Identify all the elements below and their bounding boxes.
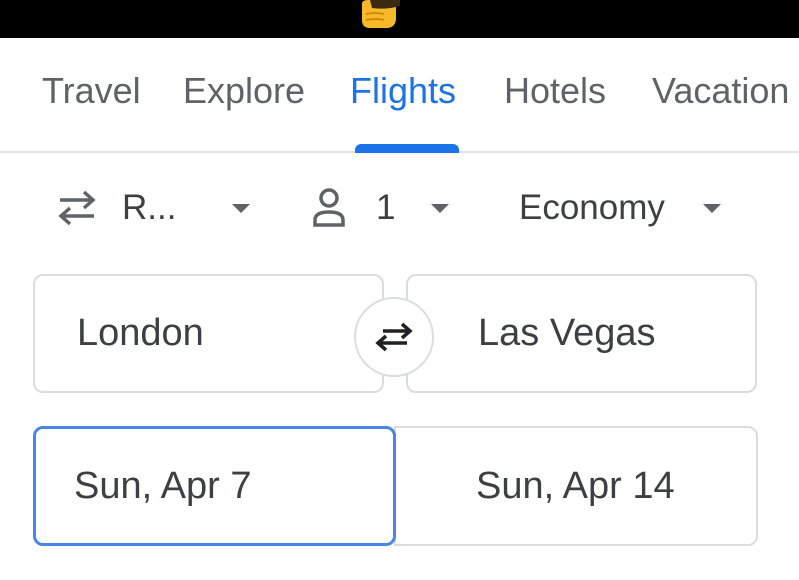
top-status-bar [0,0,799,38]
tab-hotels[interactable]: Hotels [504,70,606,112]
origin-value: London [77,312,204,354]
trip-type-dropdown[interactable]: R... [54,183,251,233]
active-tab-indicator [355,144,459,153]
search-options-row: R... 1 Economy [0,165,799,255]
origin-field[interactable]: London [33,274,384,393]
cabin-class-label: Economy [519,188,665,227]
chevron-down-icon [702,203,721,213]
cabin-class-dropdown[interactable]: Economy [519,183,721,233]
swap-button[interactable] [354,297,434,377]
passengers-dropdown[interactable]: 1 [312,183,450,233]
passengers-count: 1 [376,188,396,227]
tab-vacation[interactable]: Vacation [652,70,789,112]
destination-field[interactable]: Las Vegas [406,274,757,393]
chevron-down-icon [431,203,450,213]
person-icon [313,188,345,227]
chevron-down-icon [232,203,251,213]
trip-type-label: R... [122,188,177,227]
return-date-field[interactable]: Sun, Apr 14 [394,426,758,546]
destination-value: Las Vegas [478,312,656,354]
tab-explore[interactable]: Explore [183,70,305,112]
nav-tabs: Travel Explore Flights Hotels Vacation [0,38,799,153]
pointing-hand-emoji-icon [362,0,400,28]
tab-flights[interactable]: Flights [350,70,456,112]
tab-travel[interactable]: Travel [42,70,141,112]
swap-arrows-icon [375,322,413,352]
return-date-value: Sun, Apr 14 [476,464,675,507]
departure-date-field[interactable]: Sun, Apr 7 [33,426,396,546]
round-trip-arrows-icon [58,190,96,226]
departure-date-value: Sun, Apr 7 [74,464,252,507]
